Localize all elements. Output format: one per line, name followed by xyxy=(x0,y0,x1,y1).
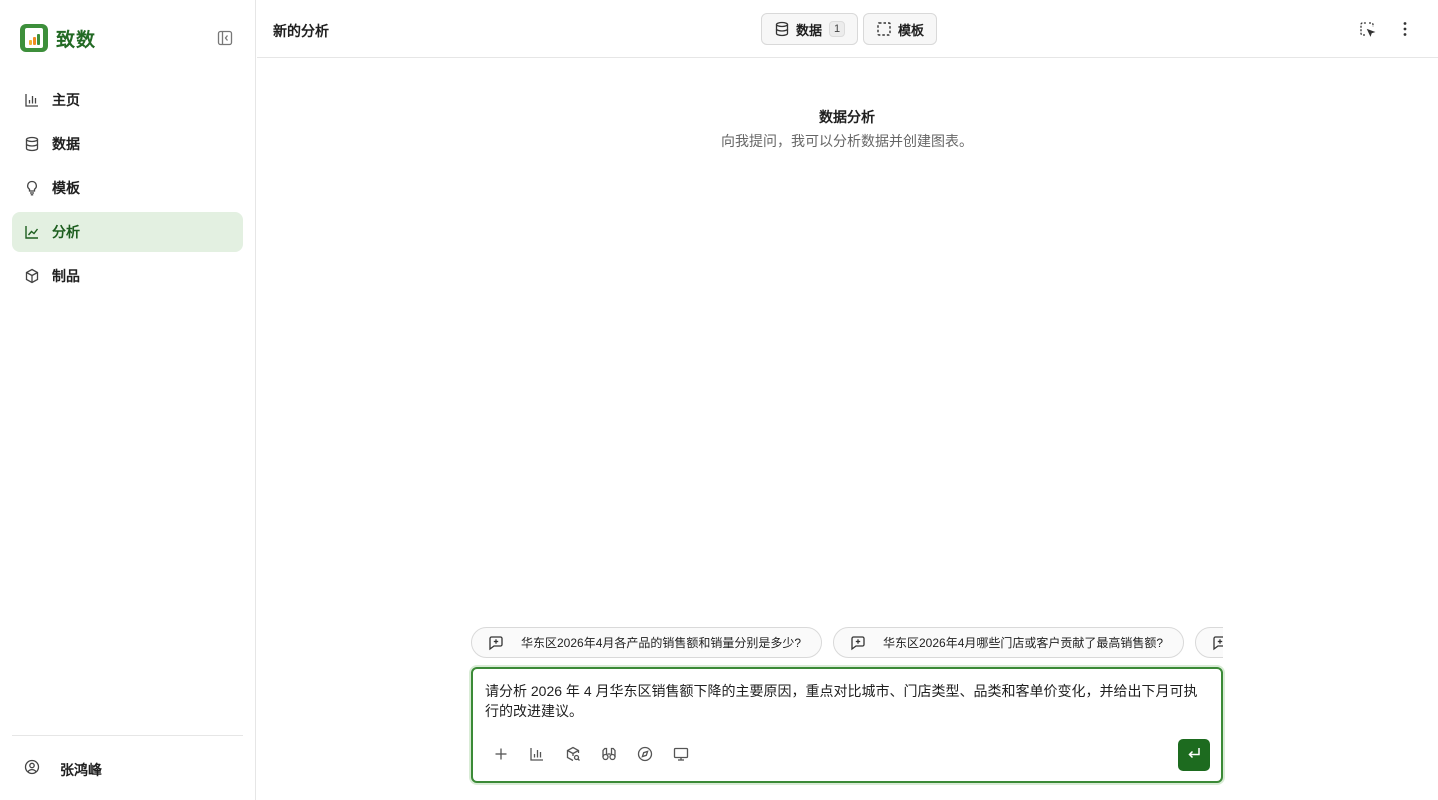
suggestion-chip[interactable]: 华东区2026年4月哪些门店或客户贡献了最高销售额? xyxy=(833,627,1185,658)
line-chart-icon xyxy=(24,224,40,240)
sidebar-item-label: 模板 xyxy=(52,180,80,196)
sidebar-item-label: 制品 xyxy=(52,268,80,284)
sidebar-item-label: 分析 xyxy=(52,224,80,240)
composer-input[interactable]: 请分析 2026 年 4 月华东区销售额下降的主要原因，重点对比城市、门店类型、… xyxy=(485,681,1211,721)
more-options-icon[interactable] xyxy=(1396,20,1414,38)
binoculars-icon[interactable] xyxy=(600,745,618,763)
sidebar-item-label: 主页 xyxy=(52,92,80,108)
template-button-label: 模板 xyxy=(898,22,925,38)
sidebar-divider xyxy=(12,735,243,736)
chat-composer[interactable]: 请分析 2026 年 4 月华东区销售额下降的主要原因，重点对比城市、门店类型、… xyxy=(471,667,1223,783)
user-circle-icon xyxy=(24,759,40,780)
suggestion-strip: 华东区2026年4月各产品的销售额和销量分别是多少? 华东区2026年4月哪些门… xyxy=(471,627,1223,659)
send-button[interactable] xyxy=(1178,739,1210,771)
dashed-square-icon xyxy=(876,21,892,37)
header: 新的分析 数据 1 模板 xyxy=(257,0,1438,58)
brand[interactable]: 致数 xyxy=(20,24,96,52)
data-count-badge: 1 xyxy=(829,21,846,37)
compass-icon[interactable] xyxy=(636,745,654,763)
monitor-icon[interactable] xyxy=(672,745,690,763)
bar-chart-icon[interactable] xyxy=(528,745,546,763)
lightbulb-icon xyxy=(24,180,40,196)
database-icon xyxy=(774,21,790,37)
suggestion-chip[interactable]: 华东区2026年4月各产品的销售额和销量分别是多少? xyxy=(471,627,823,658)
suggestion-label: 华东区2026年4月各产品的销售额和销量分别是多少? xyxy=(521,636,802,650)
sidebar: 致数 主页 数据 模板 分析 制品 张鸿峰 xyxy=(0,0,256,800)
plus-icon[interactable] xyxy=(492,745,510,763)
data-button[interactable]: 数据 1 xyxy=(761,13,859,45)
enter-icon xyxy=(1186,745,1202,766)
data-button-label: 数据 xyxy=(796,22,823,38)
sidebar-collapse-icon[interactable] xyxy=(216,29,234,47)
select-area-icon[interactable] xyxy=(1358,20,1376,38)
sidebar-item-label: 数据 xyxy=(52,136,80,152)
package-search-icon[interactable] xyxy=(564,745,582,763)
bar-chart-icon xyxy=(24,92,40,108)
message-plus-icon xyxy=(850,635,866,651)
message-plus-icon xyxy=(488,635,504,651)
message-plus-icon xyxy=(1212,635,1223,651)
sidebar-item-home[interactable]: 主页 xyxy=(12,80,243,120)
suggestion-chip[interactable] xyxy=(1195,627,1223,658)
box-icon xyxy=(24,268,40,284)
sidebar-item-analysis[interactable]: 分析 xyxy=(12,212,243,252)
app-name: 致数 xyxy=(56,29,97,51)
main-title: 数据分析 xyxy=(819,109,875,125)
main-subtitle: 向我提问，我可以分析数据并创建图表。 xyxy=(721,133,973,149)
user-menu[interactable]: 张鸿峰 xyxy=(24,759,102,780)
sidebar-item-templates[interactable]: 模板 xyxy=(12,168,243,208)
sidebar-item-data[interactable]: 数据 xyxy=(12,124,243,164)
sidebar-item-artifacts[interactable]: 制品 xyxy=(12,256,243,296)
suggestion-label: 华东区2026年4月哪些门店或客户贡献了最高销售额? xyxy=(883,636,1164,650)
database-icon xyxy=(24,136,40,152)
template-button[interactable]: 模板 xyxy=(863,13,938,45)
app-logo xyxy=(20,24,48,52)
sidebar-nav: 主页 数据 模板 分析 制品 xyxy=(12,80,243,300)
user-name: 张鸿峰 xyxy=(60,761,102,778)
page-title: 新的分析 xyxy=(273,23,329,39)
